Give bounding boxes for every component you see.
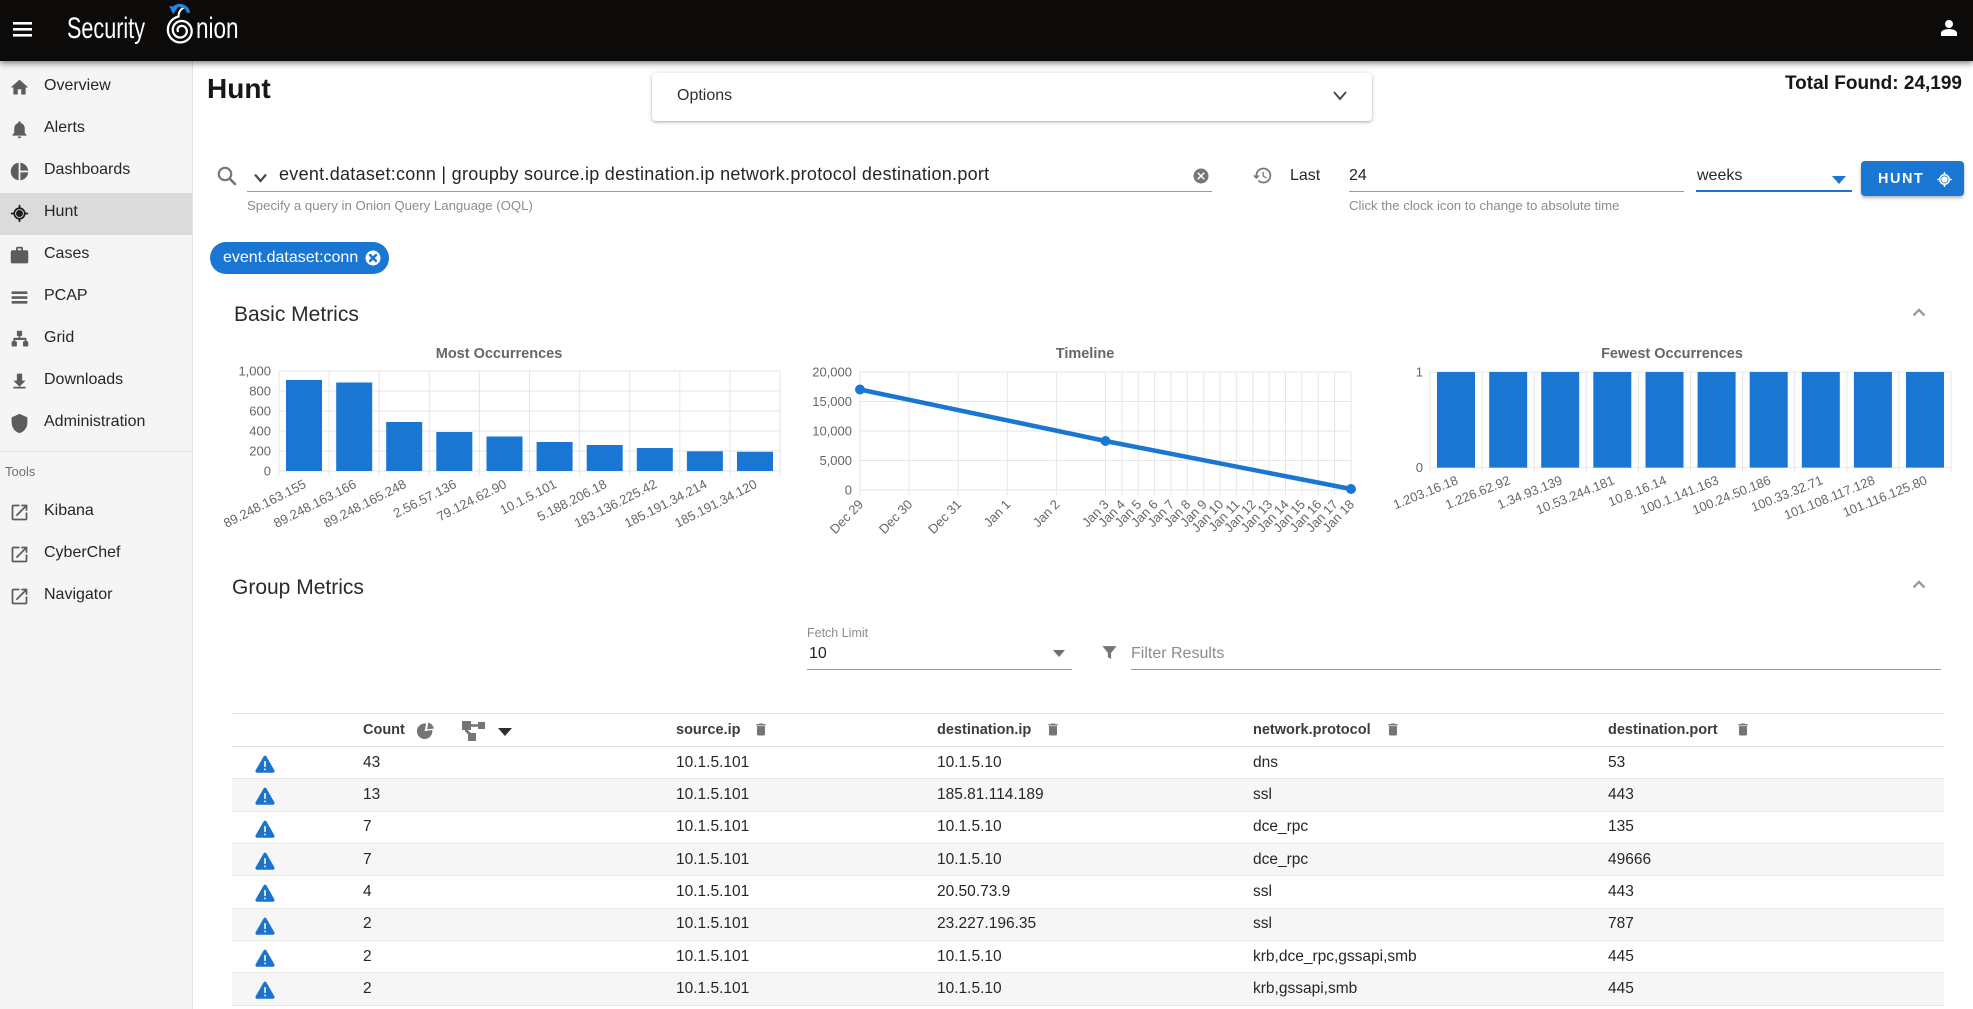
svg-text:Most Occurrences: Most Occurrences <box>436 346 563 362</box>
svg-text:200: 200 <box>249 444 271 459</box>
svg-text:Dec 29: Dec 29 <box>827 497 866 537</box>
svg-text:Dec 30: Dec 30 <box>876 497 915 537</box>
svg-text:0: 0 <box>1416 460 1423 475</box>
svg-text:Fewest Occurrences: Fewest Occurrences <box>1601 346 1743 362</box>
svg-text:800: 800 <box>249 384 271 399</box>
svg-text:Timeline: Timeline <box>1056 346 1115 362</box>
svg-text:1: 1 <box>1416 365 1423 380</box>
svg-text:600: 600 <box>249 404 271 419</box>
svg-text:20,000: 20,000 <box>812 365 852 380</box>
svg-text:1,000: 1,000 <box>238 364 271 379</box>
svg-text:5,000: 5,000 <box>819 453 852 468</box>
svg-text:Jan 1: Jan 1 <box>981 497 1014 530</box>
svg-text:10,000: 10,000 <box>812 424 852 439</box>
svg-text:15,000: 15,000 <box>812 394 852 409</box>
svg-text:0: 0 <box>845 483 852 498</box>
svg-text:0: 0 <box>264 464 271 479</box>
svg-text:Jan 2: Jan 2 <box>1030 497 1063 530</box>
svg-text:Dec 31: Dec 31 <box>925 497 964 537</box>
svg-text:400: 400 <box>249 424 271 439</box>
svg-text:89.248.163.155: 89.248.163.155 <box>221 476 308 530</box>
